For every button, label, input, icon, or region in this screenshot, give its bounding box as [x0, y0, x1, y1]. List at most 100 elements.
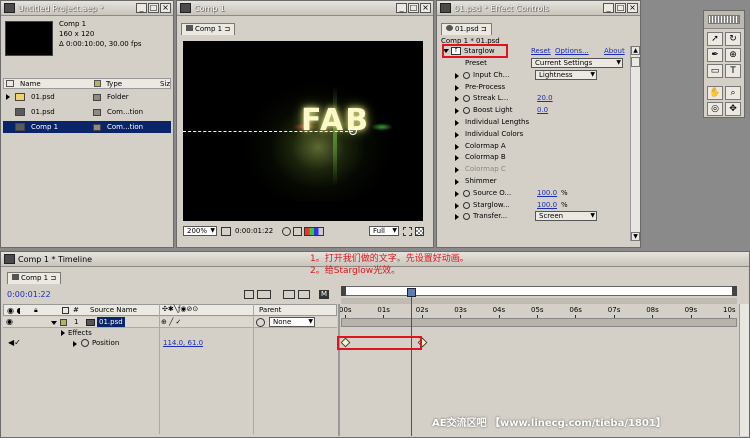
layer-label-color[interactable]	[60, 319, 67, 326]
timeline-tab[interactable]: Comp 1 ⊐	[7, 272, 62, 284]
timeline-scrollbar[interactable]	[739, 304, 749, 436]
video-toggle-icon[interactable]: ◉	[6, 317, 13, 326]
tools-grip-icon[interactable]	[708, 15, 740, 24]
layer-name[interactable]: 01.psd	[97, 317, 125, 327]
hand-tool-icon[interactable]: ✋	[707, 86, 723, 100]
stopwatch-icon[interactable]	[81, 339, 89, 347]
hide-shy-icon[interactable]	[298, 290, 310, 299]
mask-tool-icon[interactable]: ▭	[707, 64, 723, 78]
param-expand-icon[interactable]	[455, 96, 459, 103]
color-channels-icon[interactable]	[304, 227, 324, 236]
effect-param-row[interactable]: Shimmer	[439, 176, 629, 187]
minimize-button[interactable]: _	[396, 3, 407, 13]
sort-icon[interactable]	[6, 80, 14, 87]
close-button[interactable]: ×	[160, 3, 171, 13]
param-expand-icon[interactable]	[455, 131, 459, 138]
effect-param-row[interactable]: Individual Colors	[439, 129, 629, 140]
effect-param-value[interactable]: 100.0	[537, 188, 557, 198]
text-tool-icon[interactable]: T	[725, 64, 741, 78]
project-item[interactable]: 01.psd Com...tion	[3, 106, 171, 118]
time-navigator[interactable]	[341, 298, 737, 304]
resolution-dropdown[interactable]: Full	[369, 226, 399, 236]
layer-duration-bar[interactable]	[341, 318, 737, 327]
pan-behind-tool-icon[interactable]: ⊕	[725, 48, 741, 62]
work-area-bar[interactable]	[341, 286, 737, 296]
position-expand-icon[interactable]	[73, 341, 77, 347]
effect-param-row[interactable]: Transfer... Screen	[439, 211, 629, 222]
about-link[interactable]: About	[604, 46, 625, 56]
tools-titlebar[interactable]	[704, 11, 744, 29]
rotation-tool-icon[interactable]: ↻	[725, 32, 741, 46]
parent-pick-whip-icon[interactable]	[256, 318, 265, 327]
effect-param-dropdown[interactable]: Current Settings	[531, 58, 623, 68]
stopwatch-icon[interactable]	[463, 189, 470, 197]
layer-switches[interactable]: ⊕ ╱ ✓	[161, 318, 181, 326]
param-expand-icon[interactable]	[455, 202, 459, 209]
motion-path[interactable]	[183, 131, 353, 132]
effect-param-dropdown[interactable]: Screen	[535, 211, 597, 222]
position-value[interactable]: 114.0, 61.0	[163, 338, 203, 348]
maximize-button[interactable]: □	[615, 3, 626, 13]
effects-expand-icon[interactable]	[61, 330, 65, 336]
layer-row[interactable]: ◉ 1 01.psd ⊕ ╱ ✓ None	[3, 317, 337, 328]
effect-param-row[interactable]: Preset Current Settings	[439, 58, 629, 69]
project-item[interactable]: Comp 1 Com...tion	[3, 121, 171, 133]
comp-time[interactable]: 0:00:01:22	[235, 226, 273, 236]
layer-expand-icon[interactable]	[51, 321, 57, 325]
effect-param-value[interactable]: 0.0	[537, 105, 548, 115]
time-ruler[interactable]: 00s 01s 02s 03s 04s 05s 06s 07s 08s 09s 10s	[339, 306, 737, 318]
close-button[interactable]: ×	[420, 3, 431, 13]
label-color-swatch[interactable]	[93, 124, 101, 131]
scroll-down-icon[interactable]: ▼	[631, 232, 640, 241]
position-row[interactable]: ◀✓ Position 114.0, 61.0	[3, 338, 337, 349]
keyframe-nav-icon[interactable]: ◀✓	[8, 338, 21, 347]
effects-titlebar[interactable]: 01.psd * Effect Controls _ □ ×	[437, 1, 640, 16]
project-item[interactable]: 01.psd Folder	[3, 91, 171, 103]
stopwatch-icon[interactable]	[463, 71, 470, 79]
comp-titlebar[interactable]: Comp 1 _ □ ×	[177, 1, 433, 16]
effect-param-row[interactable]: Source O... 100.0%	[439, 188, 629, 199]
param-expand-icon[interactable]	[455, 120, 459, 126]
effects-tab[interactable]: 01.psd ⊐	[441, 23, 492, 35]
effect-param-row[interactable]: Streak L... 20.0	[439, 93, 629, 104]
zoom-dropdown[interactable]: 200%	[183, 226, 217, 236]
maximize-button[interactable]: □	[408, 3, 419, 13]
param-expand-icon[interactable]	[455, 190, 459, 197]
param-expand-icon[interactable]	[455, 167, 459, 174]
camera-track-tool-icon[interactable]: ✥	[725, 102, 741, 116]
effect-param-row[interactable]: Colormap A	[439, 141, 629, 152]
param-expand-icon[interactable]	[455, 155, 459, 162]
draft-3d-icon[interactable]	[257, 290, 271, 299]
effect-param-row[interactable]: Boost Light 0.0	[439, 105, 629, 116]
maximize-button[interactable]: □	[148, 3, 159, 13]
work-area-end-handle[interactable]	[732, 286, 737, 296]
stopwatch-icon[interactable]	[463, 201, 470, 209]
project-titlebar[interactable]: Untitled Project.aep * _ □ ×	[1, 1, 173, 16]
effect-param-value[interactable]: 100.0	[537, 200, 557, 210]
options-link[interactable]: Options...	[555, 46, 589, 56]
playhead[interactable]	[407, 288, 417, 436]
fit-icon[interactable]	[221, 227, 231, 236]
anchor-point[interactable]	[349, 127, 357, 135]
effect-param-row[interactable]: Starglow... 100.0%	[439, 200, 629, 211]
effect-param-row[interactable]: Pre-Process	[439, 82, 629, 93]
effect-param-value[interactable]: 20.0	[537, 93, 553, 103]
stopwatch-icon[interactable]	[463, 213, 470, 221]
stopwatch-icon[interactable]	[463, 107, 470, 115]
param-expand-icon[interactable]	[455, 179, 459, 185]
label-color-swatch[interactable]	[93, 109, 101, 116]
roi-icon[interactable]	[403, 227, 412, 236]
param-expand-icon[interactable]	[455, 84, 459, 91]
comp-tab[interactable]: Comp 1 ⊐	[181, 23, 236, 35]
close-button[interactable]: ×	[627, 3, 638, 13]
col-type[interactable]: Type	[106, 79, 122, 89]
transparency-grid-icon[interactable]	[415, 227, 424, 236]
col-parent[interactable]: Parent	[259, 305, 281, 315]
col-source-name[interactable]: Source Name	[90, 305, 137, 315]
selection-tool-icon[interactable]: ➚	[707, 32, 723, 46]
comp-flowchart-icon[interactable]	[244, 290, 254, 299]
parent-dropdown[interactable]: None	[269, 317, 315, 327]
col-name[interactable]: Name	[20, 79, 41, 89]
snapshot-icon[interactable]	[282, 227, 291, 236]
folder-expand-icon[interactable]	[6, 94, 10, 100]
